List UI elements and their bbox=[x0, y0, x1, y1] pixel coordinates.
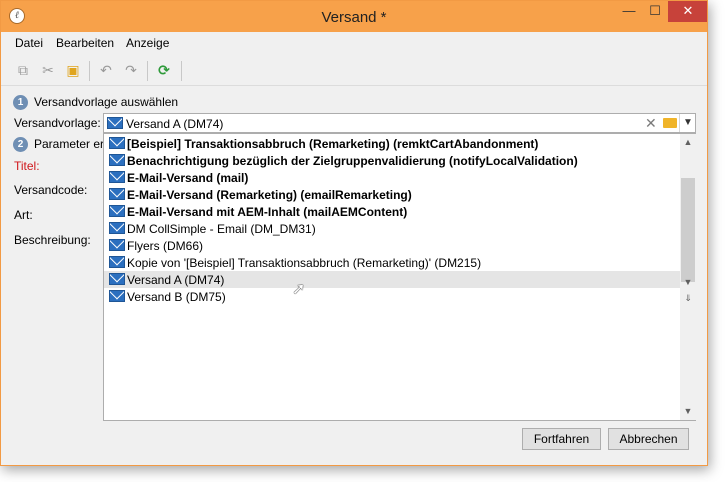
dropdown-item-label: Flyers (DM66) bbox=[127, 239, 204, 253]
scroll-up-button[interactable]: ▲ bbox=[680, 134, 696, 151]
scroll-thumb[interactable] bbox=[681, 178, 695, 282]
dropdown-item[interactable]: E-Mail-Versand (mail) bbox=[104, 169, 680, 186]
dropdown-item[interactable]: E-Mail-Versand mit AEM-Inhalt (mailAEMCo… bbox=[104, 203, 680, 220]
dropdown-item-label: E-Mail-Versand mit AEM-Inhalt (mailAEMCo… bbox=[127, 205, 408, 219]
dropdown-item-label: Versand A (DM74) bbox=[127, 273, 225, 287]
menu-file[interactable]: Datei bbox=[15, 36, 43, 50]
maximize-button[interactable]: ☐ bbox=[642, 1, 668, 22]
email-icon bbox=[107, 117, 123, 129]
email-icon bbox=[109, 256, 125, 268]
toolbar-separator bbox=[89, 61, 90, 81]
email-icon bbox=[109, 205, 125, 217]
clear-icon[interactable]: ✕ bbox=[645, 115, 657, 132]
code-label: Versandcode: bbox=[14, 183, 88, 197]
continue-button[interactable]: Fortfahren bbox=[522, 428, 601, 450]
email-icon bbox=[109, 290, 125, 302]
email-icon bbox=[109, 171, 125, 183]
cut-icon[interactable]: ✂ bbox=[39, 61, 57, 79]
dropdown-item-label: Kopie von '[Beispiel] Transaktionsabbruc… bbox=[127, 256, 482, 270]
dropdown-item[interactable]: E-Mail-Versand (Remarketing) (emailRemar… bbox=[104, 186, 680, 203]
scroll-bottom-button[interactable]: ▼ bbox=[680, 403, 696, 420]
email-icon bbox=[109, 188, 125, 200]
title-bar[interactable]: ℓ Versand * — ☐ ✕ bbox=[1, 1, 707, 32]
email-icon bbox=[109, 154, 125, 166]
dropdown-item-label: Versand B (DM75) bbox=[127, 290, 226, 304]
dropdown-item[interactable]: DM CollSimple - Email (DM_DM31) bbox=[104, 220, 680, 237]
email-icon bbox=[109, 137, 125, 149]
dropdown-item[interactable]: Versand A (DM74) bbox=[104, 271, 680, 288]
email-icon bbox=[109, 222, 125, 234]
dropdown-item[interactable]: Kopie von '[Beispiel] Transaktionsabbruc… bbox=[104, 254, 680, 271]
paste-icon[interactable]: ▣ bbox=[64, 61, 82, 79]
title-label: Titel: bbox=[14, 159, 40, 173]
step-1-label: Versandvorlage auswählen bbox=[34, 95, 179, 109]
close-button[interactable]: ✕ bbox=[668, 1, 707, 22]
window-title: Versand * bbox=[321, 9, 387, 26]
template-combobox[interactable]: Versand A (DM74) ✕ ▼ bbox=[103, 113, 696, 133]
email-icon bbox=[109, 239, 125, 251]
template-selected-value: Versand A (DM74) bbox=[126, 117, 224, 131]
menu-edit[interactable]: Bearbeiten bbox=[56, 36, 114, 50]
step-number-badge: 2 bbox=[13, 137, 28, 153]
step-2-label: Parameter er bbox=[34, 137, 105, 151]
minimize-button[interactable]: — bbox=[616, 1, 642, 22]
dropdown-item[interactable]: Flyers (DM66) bbox=[104, 237, 680, 254]
cancel-button[interactable]: Abbrechen bbox=[608, 428, 689, 450]
scroll-down-button[interactable]: ▼ bbox=[680, 274, 696, 291]
redo-icon[interactable]: ↷ bbox=[122, 61, 140, 79]
dropdown-item[interactable]: Benachrichtigung bezüglich der Zielgrupp… bbox=[104, 152, 680, 169]
dropdown-item-label: E-Mail-Versand (Remarketing) (emailRemar… bbox=[127, 188, 412, 202]
folder-icon[interactable] bbox=[663, 118, 677, 128]
step-2-header: 2 Parameter er bbox=[13, 137, 105, 153]
dropdown-item-label: [Beispiel] Transaktionsabbruch (Remarket… bbox=[127, 137, 539, 151]
menu-view[interactable]: Anzeige bbox=[126, 36, 169, 50]
chevron-down-icon[interactable]: ▼ bbox=[679, 114, 696, 132]
dropdown-item-label: E-Mail-Versand (mail) bbox=[127, 171, 249, 185]
description-label: Beschreibung: bbox=[14, 233, 91, 247]
dialog-window: ℓ Versand * — ☐ ✕ Datei Bearbeiten Anzei… bbox=[0, 0, 708, 466]
step-number-badge: 1 bbox=[13, 95, 28, 111]
toolbar-separator bbox=[181, 61, 182, 81]
dropdown-item[interactable]: [Beispiel] Transaktionsabbruch (Remarket… bbox=[104, 135, 680, 152]
email-icon bbox=[109, 273, 125, 285]
dropdown-item-label: Benachrichtigung bezüglich der Zielgrupp… bbox=[127, 154, 578, 168]
template-dropdown-list: [Beispiel] Transaktionsabbruch (Remarket… bbox=[103, 133, 696, 421]
copy-icon[interactable]: ⧉ bbox=[14, 61, 32, 79]
refresh-icon[interactable]: ⟳ bbox=[155, 61, 173, 79]
dropdown-item-label: DM CollSimple - Email (DM_DM31) bbox=[127, 222, 316, 236]
menu-bar: Datei Bearbeiten Anzeige bbox=[1, 32, 707, 54]
toolbar-separator bbox=[147, 61, 148, 81]
template-label: Versandvorlage: bbox=[14, 116, 101, 130]
vertical-scrollbar[interactable]: ▲ ▼ ⇓ ▼ bbox=[680, 134, 696, 420]
scroll-end-button[interactable]: ⇓ bbox=[680, 290, 696, 307]
step-1-header: 1 Versandvorlage auswählen bbox=[13, 95, 179, 111]
type-label: Art: bbox=[14, 208, 33, 222]
undo-icon[interactable]: ↶ bbox=[97, 61, 115, 79]
mouse-cursor-icon: ➚ bbox=[292, 281, 306, 298]
dropdown-item[interactable]: Versand B (DM75) bbox=[104, 288, 680, 305]
toolbar: ⧉ ✂ ▣ ↶ ↷ ⟳ bbox=[1, 56, 707, 86]
